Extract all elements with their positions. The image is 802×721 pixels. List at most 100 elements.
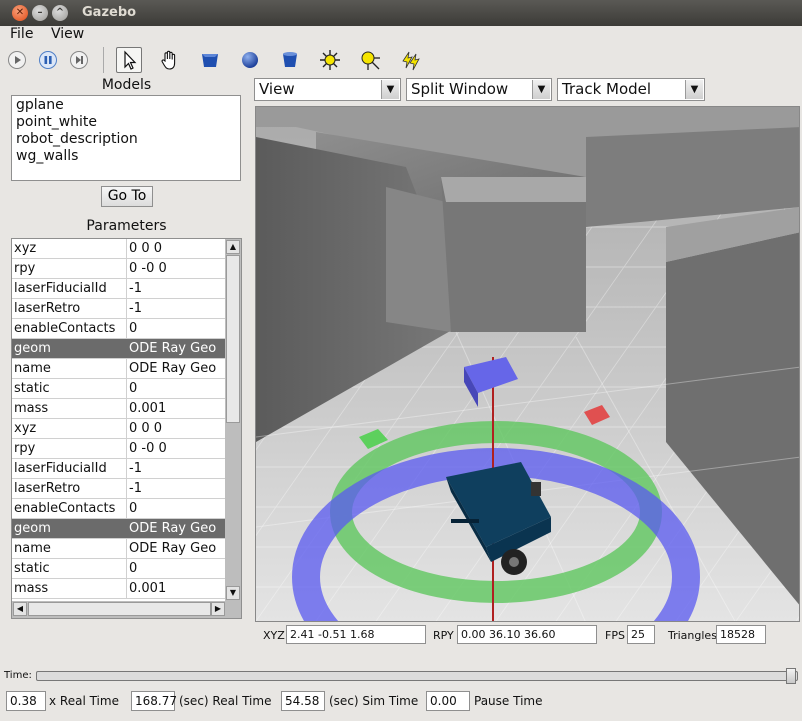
table-row[interactable]: name ODE Ray Geo (12, 539, 226, 559)
param-key: laserRetro (12, 299, 127, 318)
param-value[interactable]: -1 (127, 299, 226, 318)
real-time-factor-field[interactable]: 0.38 (6, 691, 46, 711)
time-slider-bar: Time: (0, 667, 802, 685)
param-value[interactable]: 0.001 (127, 399, 226, 418)
point-light-icon[interactable] (317, 47, 343, 73)
param-key: static (12, 379, 127, 398)
list-item[interactable]: robot_description (16, 131, 236, 148)
chevron-down-icon[interactable]: ▼ (532, 80, 550, 99)
select-arrow-icon[interactable] (116, 47, 142, 73)
list-item[interactable]: gplane (16, 97, 236, 114)
table-row[interactable]: xyz 0 0 0 (12, 419, 226, 439)
param-value[interactable]: 0 (127, 319, 226, 338)
goto-button[interactable]: Go To (101, 186, 153, 207)
sim-time-field[interactable]: 54.58 (281, 691, 325, 711)
param-key: rpy (12, 259, 127, 278)
scene-render (256, 107, 799, 621)
chevron-down-icon[interactable]: ▼ (381, 80, 399, 99)
3d-viewport[interactable] (255, 106, 800, 622)
param-value[interactable]: ODE Ray Geo (127, 539, 226, 558)
scroll-left-icon[interactable]: ◀ (13, 602, 27, 616)
minimize-icon[interactable]: – (32, 5, 48, 21)
param-value[interactable]: ODE Ray Geo (127, 519, 226, 538)
param-key: laserRetro (12, 479, 127, 498)
time-slider-handle[interactable] (786, 668, 796, 684)
list-item[interactable]: wg_walls (16, 148, 236, 165)
param-key: geom (12, 519, 127, 538)
track-model-dropdown[interactable]: Track Model ▼ (557, 78, 705, 101)
scroll-down-icon[interactable]: ▼ (226, 586, 240, 600)
real-time-label: (sec) Real Time (179, 694, 272, 708)
scroll-thumb[interactable] (28, 602, 211, 616)
param-value[interactable]: 0 -0 0 (127, 439, 226, 458)
param-key: name (12, 539, 127, 558)
param-value[interactable]: -1 (127, 479, 226, 498)
step-icon[interactable] (66, 47, 92, 73)
hand-icon[interactable] (156, 47, 182, 73)
models-list[interactable]: gplane point_white robot_description wg_… (11, 95, 241, 181)
param-value[interactable]: 0 (127, 379, 226, 398)
rpy-field[interactable]: 0.00 36.10 36.60 (457, 625, 597, 644)
directional-light-icon[interactable] (397, 47, 423, 73)
box-icon[interactable] (197, 47, 223, 73)
table-row[interactable]: enableContacts 0 (12, 499, 226, 519)
table-row[interactable]: laserFiducialId -1 (12, 459, 226, 479)
xyz-field[interactable]: 2.41 -0.51 1.68 (286, 625, 426, 644)
sim-time-label: (sec) Sim Time (329, 694, 419, 708)
toolbar (0, 45, 802, 75)
table-row[interactable]: laserRetro -1 (12, 299, 226, 319)
title-bar: ✕ – ^ Gazebo (0, 0, 802, 26)
chevron-down-icon[interactable]: ▼ (685, 80, 703, 99)
param-value[interactable]: 0 0 0 (127, 239, 226, 258)
table-row[interactable]: static 0 (12, 379, 226, 399)
menu-file[interactable]: File (10, 26, 33, 42)
triangles-field[interactable]: 18528 (716, 625, 766, 644)
real-time-factor-label: x Real Time (49, 694, 119, 708)
close-icon[interactable]: ✕ (12, 5, 28, 21)
table-row[interactable]: enableContacts 0 (12, 319, 226, 339)
play-icon[interactable] (4, 47, 30, 73)
real-time-field[interactable]: 168.77 (131, 691, 177, 711)
table-row[interactable]: geom ODE Ray Geo (12, 519, 226, 539)
horizontal-scrollbar[interactable]: ◀ ▶ (12, 601, 241, 618)
table-row[interactable]: name ODE Ray Geo (12, 359, 226, 379)
scroll-thumb[interactable] (226, 255, 240, 423)
fps-label: FPS (605, 629, 625, 642)
table-row[interactable]: mass 0.001 (12, 399, 226, 419)
scroll-up-icon[interactable]: ▲ (226, 240, 240, 254)
param-value[interactable]: 0 (127, 559, 226, 578)
split-window-dropdown[interactable]: Split Window ▼ (406, 78, 552, 101)
param-value[interactable]: 0 (127, 499, 226, 518)
table-row[interactable]: laserRetro -1 (12, 479, 226, 499)
param-value[interactable]: ODE Ray Geo (127, 339, 226, 358)
table-row[interactable]: rpy 0 -0 0 (12, 439, 226, 459)
param-value[interactable]: 0 -0 0 (127, 259, 226, 278)
pause-icon[interactable] (35, 47, 61, 73)
table-row[interactable]: laserFiducialId -1 (12, 279, 226, 299)
param-value[interactable]: ODE Ray Geo (127, 359, 226, 378)
maximize-icon[interactable]: ^ (52, 5, 68, 21)
spot-light-icon[interactable] (357, 47, 383, 73)
sphere-icon[interactable] (237, 47, 263, 73)
table-row[interactable]: mass 0.001 (12, 579, 226, 599)
list-item[interactable]: point_white (16, 114, 236, 131)
table-row[interactable]: static 0 (12, 559, 226, 579)
param-key: name (12, 359, 127, 378)
cylinder-icon[interactable] (277, 47, 303, 73)
time-slider[interactable] (36, 671, 798, 681)
param-value[interactable]: 0.001 (127, 579, 226, 598)
param-value[interactable]: 0 0 0 (127, 419, 226, 438)
table-row[interactable]: geom ODE Ray Geo (12, 339, 226, 359)
fps-field[interactable]: 25 (627, 625, 655, 644)
table-row[interactable]: rpy 0 -0 0 (12, 259, 226, 279)
param-value[interactable]: -1 (127, 459, 226, 478)
vertical-scrollbar[interactable]: ▲ ▼ (225, 239, 241, 602)
scroll-right-icon[interactable]: ▶ (211, 602, 225, 616)
table-row[interactable]: xyz 0 0 0 (12, 239, 226, 259)
param-value[interactable]: -1 (127, 279, 226, 298)
toolbar-separator (103, 47, 104, 73)
pause-time-field[interactable]: 0.00 (426, 691, 470, 711)
menu-view[interactable]: View (51, 26, 84, 42)
param-key: mass (12, 579, 127, 598)
view-dropdown[interactable]: View ▼ (254, 78, 401, 101)
